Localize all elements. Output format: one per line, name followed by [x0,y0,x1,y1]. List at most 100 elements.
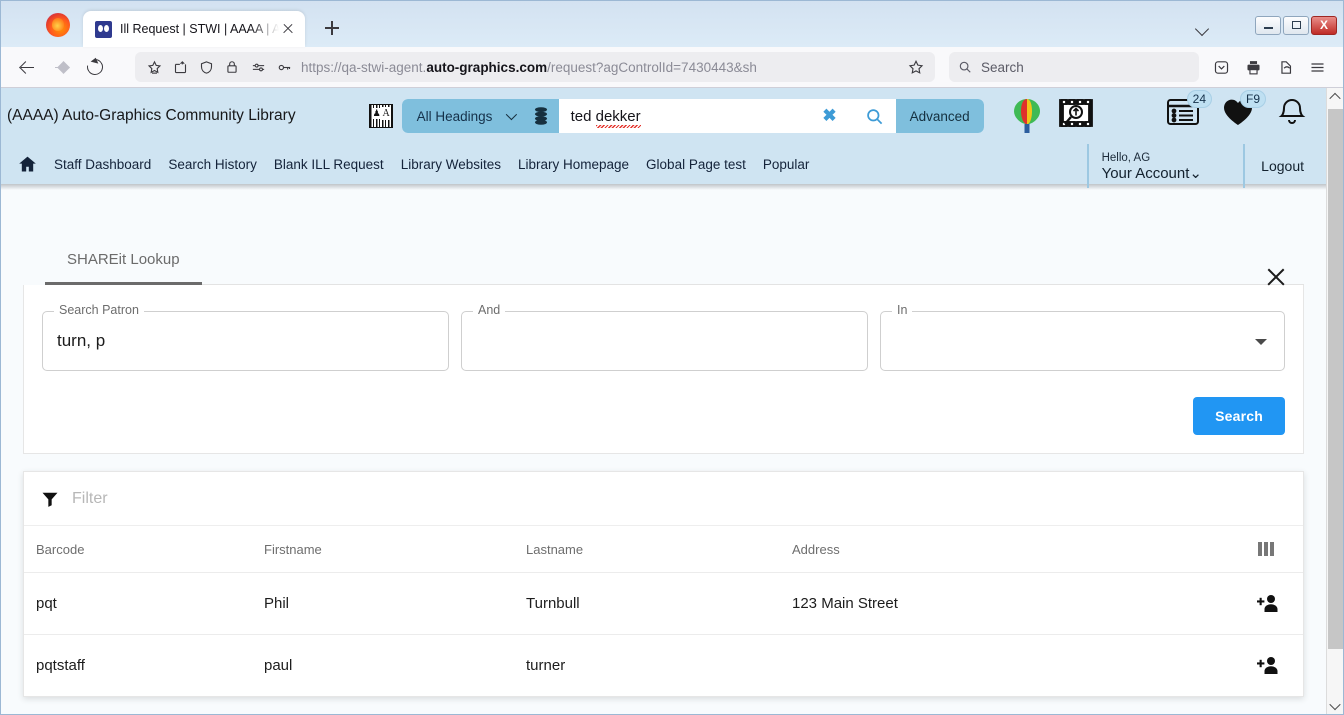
list-all-tabs-icon[interactable] [1181,13,1225,41]
tab-title: Ill Request | STWI | AAAA | Auto [120,22,279,36]
scrollbar-thumb[interactable] [1327,109,1343,649]
request-list-icon[interactable]: 24 [1166,90,1212,127]
search-patron-field[interactable]: Search Patron turn, p [42,303,449,371]
menu-icon[interactable] [1301,52,1333,82]
advanced-search-button[interactable]: Advanced [895,99,984,133]
column-header-firstname[interactable]: Firstname [264,526,526,573]
url-text: https://qa-stwi-agent.auto-graphics.com/… [301,59,757,75]
column-settings-button[interactable] [1233,526,1303,573]
search-query-misspelled: dekker [595,107,641,125]
forward-button[interactable] [45,52,77,82]
nav-item-popular[interactable]: Popular [763,157,810,172]
table-row[interactable]: pqtstaff paul turner [24,635,1303,697]
balloon-icon[interactable] [1010,97,1044,135]
search-scope-label: All Headings [416,108,493,124]
table-row[interactable]: pqt Phil Turnbull 123 Main Street [24,572,1303,635]
add-patron-button[interactable] [1233,635,1303,697]
filter-row[interactable]: Filter [24,472,1303,526]
back-button[interactable] [11,52,43,82]
print-icon[interactable] [1237,52,1269,82]
pocket-icon[interactable] [1205,52,1237,82]
tab-shareit-lookup[interactable]: SHAREit Lookup [45,245,202,285]
reload-button[interactable] [79,52,111,82]
url-bar[interactable]: https://qa-stwi-agent.auto-graphics.com/… [135,52,935,82]
barcode-scan-icon[interactable]: ♟ A [368,104,393,128]
table-header-row: Barcode Firstname Lastname Address [24,526,1303,573]
search-icon [959,61,971,73]
cell-barcode: pqt [24,572,264,635]
scrollbar-track[interactable] [1327,105,1344,697]
search-input[interactable]: ted dekker ✖ [558,99,854,133]
bookmark-page-icon[interactable] [903,56,929,78]
cell-firstname: paul [264,657,293,674]
cell-firstname: Phil [264,572,526,635]
add-person-icon [1257,657,1278,674]
submit-search-button[interactable] [853,99,896,133]
nav-item-blank-ill-request[interactable]: Blank ILL Request [274,157,384,172]
nav-item-library-homepage[interactable]: Library Homepage [518,157,629,172]
search-patron-value: turn, p [57,331,106,350]
bookmark-star-icon[interactable] [141,56,167,78]
shield-icon[interactable] [193,56,219,78]
account-greeting: Hello, AG [1101,151,1151,164]
column-header-barcode[interactable]: Barcode [24,526,264,573]
database-select-button[interactable] [523,99,559,133]
cell-barcode: pqtstaff [36,657,85,674]
close-icon[interactable] [279,20,297,38]
favorites-heart-icon[interactable]: F9 [1222,90,1266,127]
in-label: In [892,303,913,317]
browser-toolbar: https://qa-stwi-agent.auto-graphics.com/… [1,47,1343,88]
site-favicon-icon [95,20,112,38]
cell-address [792,635,1233,697]
nav-item-search-history[interactable]: Search History [168,157,257,172]
app-header: (AAAA) Auto-Graphics Community Library ♟… [1,88,1326,188]
window-minimize-button[interactable] [1255,15,1281,35]
app-nav: Staff Dashboard Search History Blank ILL… [1,144,1326,188]
close-modal-icon[interactable] [1264,265,1288,289]
column-header-lastname[interactable]: Lastname [526,526,792,573]
column-header-address[interactable]: Address [792,526,1233,573]
logout-button[interactable]: Logout [1243,144,1304,188]
save-to-pocket-icon[interactable] [167,56,193,78]
scroll-down-icon[interactable] [1327,697,1344,714]
padlock-icon[interactable] [219,56,245,78]
columns-icon [1258,542,1274,556]
in-select[interactable]: In [880,303,1285,371]
new-tab-button[interactable] [317,13,347,43]
database-icon [535,107,548,125]
page-scrollbar[interactable] [1326,88,1343,714]
clear-search-icon[interactable]: ✖ [812,106,846,126]
nav-item-staff-dashboard[interactable]: Staff Dashboard [54,157,151,172]
page-viewport: (AAAA) Auto-Graphics Community Library ♟… [1,88,1343,714]
search-button[interactable]: Search [1193,397,1285,435]
add-patron-button[interactable] [1233,572,1303,635]
share-icon[interactable] [1269,52,1301,82]
patron-search-form: Search Patron turn, p And In Search [23,285,1304,454]
search-scope-select[interactable]: All Headings [401,99,524,133]
key-icon[interactable] [271,56,297,78]
catalog-search-group: All Headings ted dekker ✖ Advanced [401,99,984,133]
nav-item-global-page-test[interactable]: Global Page test [646,157,746,172]
browser-tab[interactable]: Ill Request | STWI | AAAA | Auto [83,11,305,47]
filter-input[interactable]: Filter [72,490,108,508]
cell-lastname: turner [526,657,566,674]
cell-lastname: Turnbull [526,572,792,635]
and-field[interactable]: And [461,303,868,371]
and-label: And [473,303,506,317]
browser-search-placeholder: Search [981,59,1024,75]
window-maximize-button[interactable] [1283,15,1309,35]
scroll-up-icon[interactable] [1327,88,1344,105]
patron-lookup-modal: SHAREit Lookup Search Patron turn, p And [1,245,1326,697]
account-menu[interactable]: Hello, AG Your Account⌄ [1086,144,1202,188]
media-search-icon[interactable] [1058,97,1094,131]
notification-bell-icon[interactable] [1276,97,1308,129]
permissions-icon[interactable] [245,56,271,78]
patron-table: Barcode Firstname Lastname Address pqt P… [24,526,1303,696]
request-count-badge: 24 [1186,90,1212,108]
chevron-down-icon [505,108,517,121]
nav-item-library-websites[interactable]: Library Websites [401,157,501,172]
home-icon[interactable] [17,154,38,175]
browser-window: Ill Request | STWI | AAAA | Auto X [0,0,1344,715]
window-close-button[interactable]: X [1311,15,1337,35]
browser-search-bar[interactable]: Search [949,52,1199,82]
